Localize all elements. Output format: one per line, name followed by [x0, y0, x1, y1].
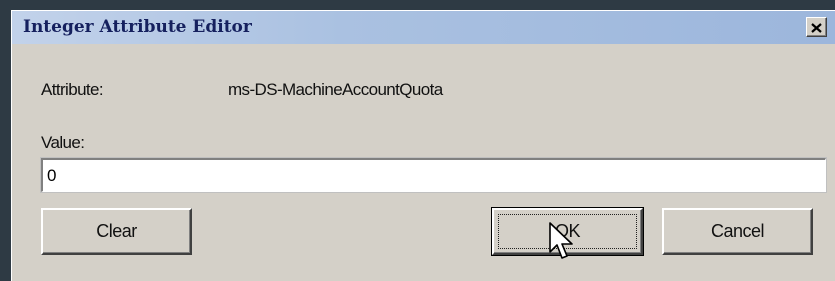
- title-bar[interactable]: Integer Attribute Editor: [12, 11, 835, 44]
- close-icon: [811, 19, 822, 36]
- value-label: Value:: [41, 133, 85, 152]
- clear-button-label: Clear: [96, 221, 137, 241]
- mouse-pointer-icon: [548, 222, 574, 266]
- dialog-title: Integer Attribute Editor: [23, 17, 252, 37]
- cancel-button[interactable]: Cancel: [662, 208, 813, 255]
- clear-button[interactable]: Clear: [41, 208, 192, 255]
- attribute-label: Attribute:: [41, 80, 104, 99]
- integer-attribute-editor-dialog: Integer Attribute Editor Attribute: ms-D…: [11, 10, 835, 281]
- cancel-button-label: Cancel: [710, 221, 765, 241]
- value-input[interactable]: [40, 157, 827, 193]
- close-button[interactable]: [806, 17, 827, 37]
- attribute-name-value: ms-DS-MachineAccountQuota: [228, 80, 443, 99]
